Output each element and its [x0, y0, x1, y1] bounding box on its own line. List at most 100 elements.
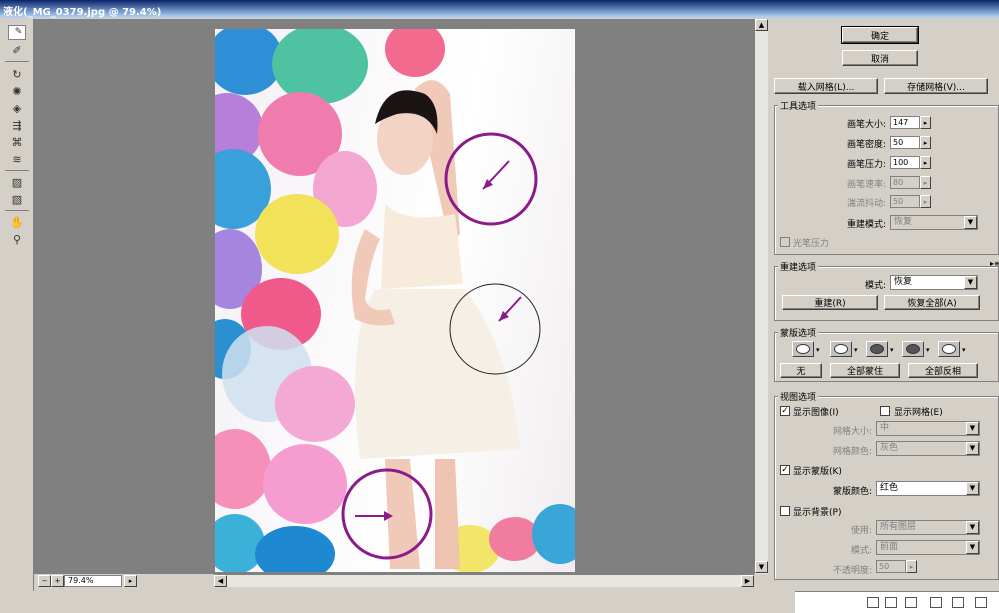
zoom-menu-icon[interactable]: ▸	[124, 575, 137, 587]
window-title: 液化(_MG_0379.jpg @ 79.4%)	[3, 7, 162, 18]
turbulent-jitter-input[interactable]: 50	[890, 195, 920, 208]
brush-rate-input[interactable]: 80	[890, 176, 920, 189]
use-label: 使用:	[850, 526, 872, 536]
show-image-label: 显示图像(I)	[793, 408, 839, 418]
preview-canvas[interactable]	[34, 19, 754, 574]
thaw-mask-tool-icon[interactable]: ▧	[8, 191, 26, 207]
panel-menu-icon[interactable]: ▸≡	[990, 259, 999, 268]
fill-icon[interactable]	[867, 597, 879, 608]
model-figure	[351, 80, 520, 569]
replace-selection-icon[interactable]	[792, 341, 814, 357]
show-mask-label: 显示蒙版(K)	[793, 467, 842, 477]
intersect-selection-icon[interactable]	[902, 341, 924, 357]
turbulent-jitter-arrow-icon[interactable]: ▸	[920, 195, 931, 208]
invert-all-button[interactable]: 全部反相	[908, 363, 978, 378]
use-layers-select[interactable]: 所有图层 ▼	[876, 520, 980, 535]
zoom-field[interactable]: 79.4%	[64, 575, 122, 587]
horizontal-scrollbar[interactable]: ◀ ▶	[214, 574, 754, 587]
cancel-button[interactable]: 取消	[842, 50, 918, 66]
reconstruct-button[interactable]: 重建(R)	[782, 295, 878, 310]
show-mesh-label: 显示网格(E)	[894, 408, 943, 418]
show-image-checkbox[interactable]: ✓	[780, 406, 790, 416]
chevron-down-icon: ▼	[964, 276, 977, 289]
vertical-scrollbar[interactable]: ▲ ▼	[754, 19, 768, 574]
trash-icon[interactable]	[975, 597, 987, 608]
stylus-pressure-checkbox[interactable]	[780, 237, 790, 247]
bloat-tool-icon[interactable]: ◈	[8, 100, 26, 116]
tool-options-label: 工具选项	[778, 99, 819, 112]
brush-pressure-input[interactable]: 100	[890, 156, 920, 169]
forward-warp-tool-icon[interactable]: ✎	[8, 25, 26, 40]
subtract-selection-icon[interactable]	[866, 341, 888, 357]
brush-rate-label: 画笔速率:	[846, 180, 886, 190]
layer-icon[interactable]	[930, 597, 942, 608]
mask-all-button[interactable]: 全部蒙住	[830, 363, 900, 378]
brush-size-input[interactable]: 147	[890, 116, 920, 129]
mesh-color-select[interactable]: 灰色 ▼	[876, 441, 980, 456]
turbulent-jitter-label: 湍流抖动:	[846, 199, 886, 209]
twirl-tool-icon[interactable]: ↻	[8, 66, 26, 82]
brush-size-label: 画笔大小:	[846, 120, 886, 130]
stamp-icon[interactable]	[885, 597, 897, 608]
tool-options-group	[774, 105, 999, 255]
scroll-left-icon[interactable]: ◀	[214, 575, 227, 587]
mode-label: 模式:	[864, 281, 886, 291]
preview-image	[215, 29, 575, 572]
stylus-pressure-label: 光笔压力	[793, 239, 830, 249]
backdrop-mode-label: 模式:	[850, 546, 872, 556]
reconstruct-mode-label: 重建模式:	[846, 220, 886, 230]
scroll-right-icon[interactable]: ▶	[741, 575, 754, 587]
taskbar-strip	[795, 591, 999, 613]
brush-pressure-arrow-icon[interactable]: ▸	[920, 156, 931, 169]
hand-tool-icon[interactable]: ✋	[8, 214, 26, 230]
zoom-out-button[interactable]: −	[38, 575, 51, 587]
reconstruct-mode-select[interactable]: 恢复 ▼	[890, 215, 978, 230]
brush-density-label: 画笔密度:	[846, 140, 886, 150]
invert-selection-icon[interactable]	[938, 341, 960, 357]
show-mask-checkbox[interactable]: ✓	[780, 465, 790, 475]
turbulence-tool-icon[interactable]: ≋	[8, 151, 26, 167]
brush-icon[interactable]	[905, 597, 917, 608]
backdrop-mode-select[interactable]: 前面 ▼	[876, 540, 980, 555]
scroll-down-icon[interactable]: ▼	[755, 561, 768, 573]
opacity-label: 不透明度:	[832, 566, 872, 576]
brush-rate-arrow-icon[interactable]: ▸	[920, 176, 931, 189]
chevron-down-icon: ▼	[964, 216, 977, 229]
brush-density-arrow-icon[interactable]: ▸	[920, 136, 931, 149]
add-to-selection-icon[interactable]	[830, 341, 852, 357]
push-left-tool-icon[interactable]: ⇶	[8, 117, 26, 133]
zoom-bar: − + 79.4% ▸	[34, 574, 214, 588]
brush-density-input[interactable]: 50	[890, 136, 920, 149]
title-bar: 液化(_MG_0379.jpg @ 79.4%)	[0, 0, 999, 19]
restore-all-button[interactable]: 恢复全部(A)	[884, 295, 980, 310]
pucker-tool-icon[interactable]: ✺	[8, 83, 26, 99]
mask-options-label: 蒙版选项	[778, 326, 819, 339]
mesh-color-label: 网格颜色:	[832, 447, 872, 457]
mask-none-button[interactable]: 无	[780, 363, 822, 378]
mesh-size-select[interactable]: 中 ▼	[876, 421, 980, 436]
reconstruct-options-label: 重建选项	[778, 260, 819, 273]
ok-button[interactable]: 确定	[841, 26, 919, 44]
save-mesh-button[interactable]: 存储网格(V)...	[884, 78, 988, 94]
liquify-toolbar: ✎ ✐ ↻ ✺ ◈ ⇶ ⌘ ≋ ▨ ▧ ✋ ⚲	[0, 19, 34, 591]
mask-color-label: 蒙版颜色:	[832, 487, 872, 497]
load-mesh-button[interactable]: 载入网格(L)...	[774, 78, 878, 94]
options-panel: 确定 取消 载入网格(L)... 存储网格(V)... 工具选项 画笔大小: 1…	[768, 19, 999, 591]
mirror-tool-icon[interactable]: ⌘	[8, 134, 26, 150]
zoom-tool-icon[interactable]: ⚲	[8, 231, 26, 247]
reconstruct-mode-dropdown[interactable]: 恢复 ▼	[890, 275, 978, 290]
opacity-input[interactable]: 50	[876, 560, 906, 573]
show-mesh-checkbox[interactable]	[880, 406, 890, 416]
new-layer-icon[interactable]	[952, 597, 964, 608]
brush-pressure-label: 画笔压力:	[846, 160, 886, 170]
scroll-up-icon[interactable]: ▲	[755, 19, 768, 31]
opacity-arrow-icon[interactable]: ▸	[906, 560, 917, 573]
mesh-size-label: 网格大小:	[832, 427, 872, 437]
reconstruct-tool-icon[interactable]: ✐	[8, 42, 26, 58]
zoom-in-button[interactable]: +	[51, 575, 64, 587]
show-backdrop-label: 显示背景(P)	[793, 508, 842, 518]
show-backdrop-checkbox[interactable]	[780, 506, 790, 516]
brush-size-arrow-icon[interactable]: ▸	[920, 116, 931, 129]
freeze-mask-tool-icon[interactable]: ▨	[8, 174, 26, 190]
mask-color-select[interactable]: 红色 ▼	[876, 481, 980, 496]
